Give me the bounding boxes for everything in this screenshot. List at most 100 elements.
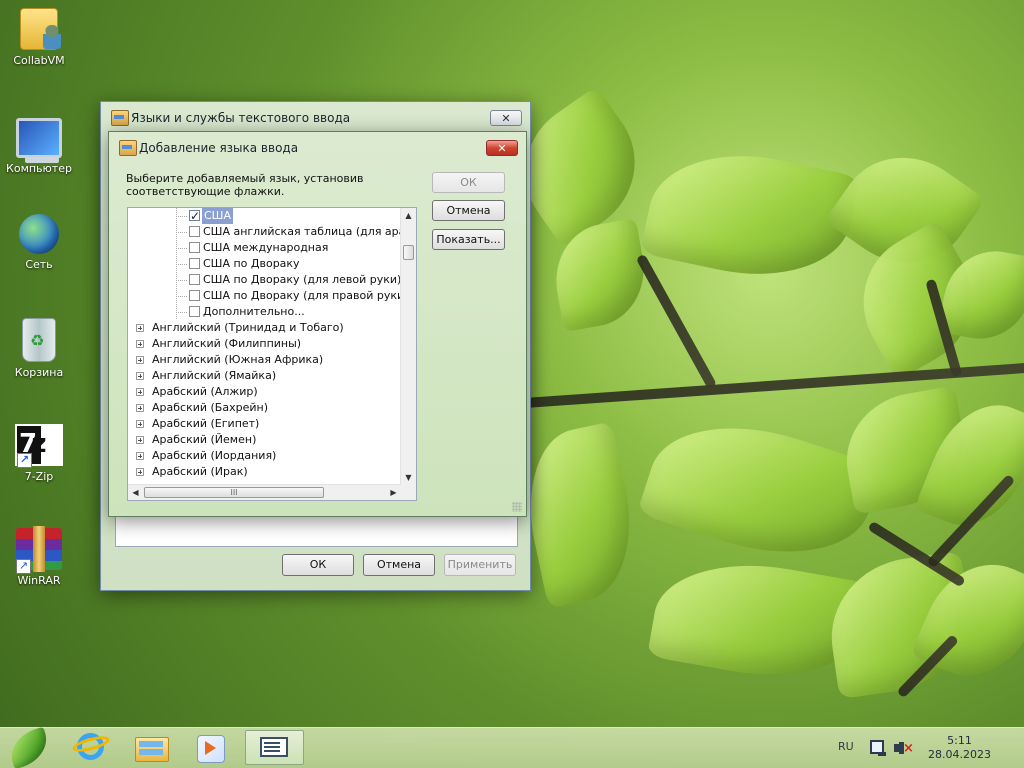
language-item[interactable]: Английский (Филиппины) [128, 336, 401, 352]
desktop-stem [635, 253, 718, 390]
scrollbar-corner [401, 485, 416, 500]
checkbox-icon[interactable] [189, 242, 200, 253]
tree-branch-line [176, 216, 188, 217]
expand-plus-icon[interactable] [136, 468, 144, 476]
language-tree[interactable]: США США английская таблица (для арабск С… [127, 207, 417, 501]
dialog-cancel-button[interactable]: Отмена [432, 200, 505, 221]
desktop-icon-label: CollabVM [13, 54, 65, 67]
shortcut-arrow-icon: ↗ [16, 559, 31, 574]
language-item-label: Арабский (Бахрейн) [152, 401, 268, 414]
desktop-icon-label: Сеть [25, 258, 53, 271]
keyboard-language-icon [119, 140, 137, 156]
language-item[interactable]: Английский (Южная Африка) [128, 352, 401, 368]
desktop-icon-network[interactable]: Сеть [0, 214, 78, 271]
shortcut-arrow-icon: ↗ [17, 453, 32, 468]
language-indicator[interactable]: RU [838, 740, 854, 753]
language-item[interactable]: Английский (Ямайка) [128, 368, 401, 384]
checkbox-icon[interactable] [189, 306, 200, 317]
language-item[interactable]: Арабский (Алжир) [128, 384, 401, 400]
language-item[interactable]: Арабский (Йемен) [128, 432, 401, 448]
language-item-label: Арабский (Алжир) [152, 385, 258, 398]
resize-grip-icon[interactable] [512, 502, 522, 512]
outer-cancel-button[interactable]: Отмена [363, 554, 435, 576]
tree-branch-line [176, 296, 188, 297]
checkbox-icon[interactable] [189, 226, 200, 237]
scroll-left-icon[interactable]: ◀ [128, 485, 143, 500]
checkbox-icon[interactable] [189, 274, 200, 285]
expand-plus-icon[interactable] [136, 356, 144, 364]
outer-window-titlebar[interactable]: Языки и службы текстового ввода ✕ [101, 102, 530, 132]
computer-icon [16, 118, 62, 163]
language-item-label: Английский (Южная Африка) [152, 353, 324, 366]
tree-branch-line [176, 312, 188, 313]
outer-close-button[interactable]: ✕ [490, 110, 522, 126]
language-item-label: Арабский (Йемен) [152, 433, 257, 446]
desktop-icon-label: 7-Zip [24, 470, 54, 483]
desktop-icon-label: WinRAR [17, 574, 61, 587]
dialog-preview-button[interactable]: Показать... [432, 229, 505, 250]
desktop-leaf [639, 135, 861, 295]
scroll-right-icon[interactable]: ▶ [386, 485, 401, 500]
expand-plus-icon[interactable] [136, 452, 144, 460]
layout-option-us-dvorak[interactable]: США по Двораку [128, 256, 401, 272]
active-window-task-button[interactable] [245, 730, 304, 765]
vertical-scroll-thumb[interactable] [403, 245, 414, 260]
media-player-icon[interactable] [188, 731, 232, 765]
desktop-icon-winrar[interactable]: ↗ WinRAR [0, 526, 78, 587]
file-explorer-icon[interactable] [129, 731, 173, 765]
dialog-title: Добавление языка ввода [139, 141, 299, 155]
layout-option-us-dvorak-left[interactable]: США по Двораку (для левой руки) [128, 272, 401, 288]
desktop-icon-computer[interactable]: Компьютер [0, 112, 78, 175]
checkbox-icon[interactable] [189, 208, 200, 224]
expand-plus-icon[interactable] [136, 340, 144, 348]
scroll-down-icon[interactable]: ▼ [401, 470, 416, 485]
checkbox-icon[interactable] [189, 258, 200, 269]
layout-option-us-dvorak-right[interactable]: США по Двораку (для правой руки) [128, 288, 401, 304]
language-item-label: Арабский (Ирак) [152, 465, 248, 478]
layout-option-us-international[interactable]: США международная [128, 240, 401, 256]
desktop-leaf [513, 421, 647, 609]
dialog-close-button[interactable]: ✕ [486, 140, 518, 156]
7zip-icon: 7z ↗ [15, 424, 63, 468]
layout-option-label: Дополнительно... [203, 305, 305, 318]
expand-plus-icon[interactable] [136, 388, 144, 396]
layout-option-more[interactable]: Дополнительно... [128, 304, 401, 320]
language-item[interactable]: Арабский (Бахрейн) [128, 400, 401, 416]
outer-ok-button[interactable]: ОК [282, 554, 354, 576]
expand-plus-icon[interactable] [136, 372, 144, 380]
vertical-scrollbar[interactable]: ▲ ▼ [400, 208, 416, 485]
desktop-icon-collabvm[interactable]: CollabVM [0, 8, 78, 67]
expand-plus-icon[interactable] [136, 324, 144, 332]
horizontal-scrollbar[interactable]: ◀ III ▶ [128, 484, 401, 500]
expand-plus-icon[interactable] [136, 436, 144, 444]
taskbar: RU 5:11 28.04.2023 [0, 727, 1024, 768]
volume-muted-icon[interactable] [893, 740, 914, 756]
layout-option-label: США по Двораку (для правой руки) [203, 289, 401, 302]
expand-plus-icon[interactable] [136, 404, 144, 412]
language-item-label: Английский (Тринидад и Тобаго) [152, 321, 344, 334]
language-item[interactable]: Арабский (Иордания) [128, 448, 401, 464]
desktop-icon-recycle-bin[interactable]: Корзина [0, 318, 78, 379]
horizontal-scroll-thumb[interactable]: III [144, 487, 324, 498]
dialog-instruction: Выберите добавляемый язык, установив соо… [126, 172, 364, 198]
layout-option-us[interactable]: США [128, 208, 401, 224]
language-item[interactable]: Арабский (Ирак) [128, 464, 401, 480]
desktop-icon-7zip[interactable]: 7z ↗ 7-Zip [0, 424, 78, 483]
scroll-up-icon[interactable]: ▲ [401, 208, 416, 223]
layout-option-us-english-arabic[interactable]: США английская таблица (для арабск [128, 224, 401, 240]
folder-user-icon [20, 8, 61, 50]
start-button[interactable] [0, 728, 58, 768]
language-item[interactable]: Английский (Тринидад и Тобаго) [128, 320, 401, 336]
network-globe-icon [19, 214, 59, 254]
network-status-icon[interactable] [870, 740, 886, 756]
language-item-label: Английский (Филиппины) [152, 337, 302, 350]
language-item[interactable]: Арабский (Египет) [128, 416, 401, 432]
layout-option-label: США английская таблица (для арабск [203, 225, 401, 238]
system-clock[interactable]: 5:11 28.04.2023 [928, 734, 991, 762]
language-item-label: Арабский (Иордания) [152, 449, 277, 462]
checkbox-icon[interactable] [189, 290, 200, 301]
internet-explorer-icon[interactable] [68, 731, 112, 765]
dialog-titlebar[interactable]: Добавление языка ввода ✕ [109, 132, 526, 162]
language-tree-viewport[interactable]: США США английская таблица (для арабск С… [128, 208, 401, 485]
expand-plus-icon[interactable] [136, 420, 144, 428]
